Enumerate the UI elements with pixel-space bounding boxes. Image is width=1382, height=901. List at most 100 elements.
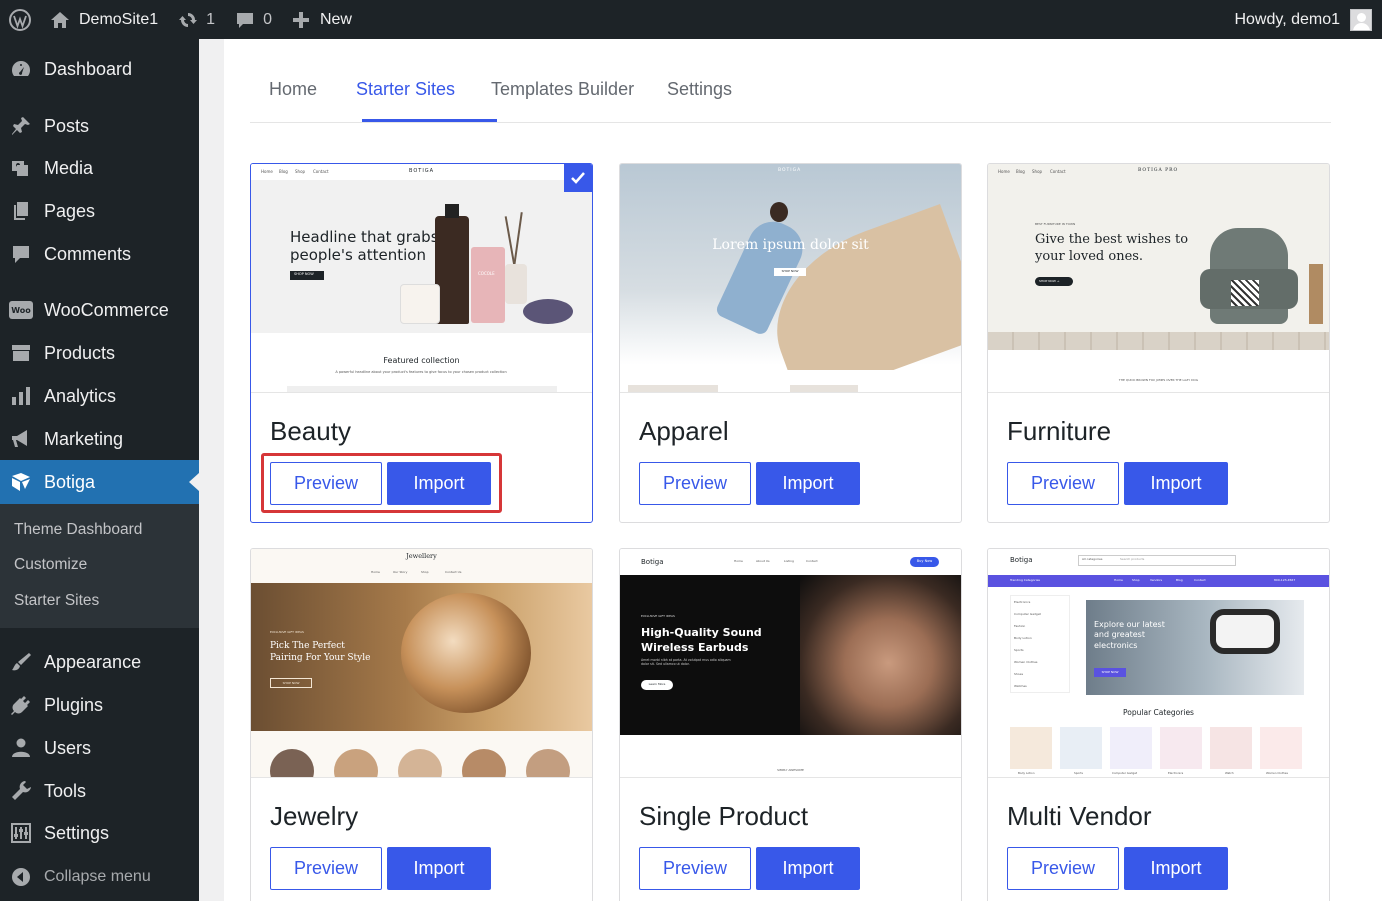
menu-marketing[interactable]: Marketing bbox=[0, 420, 199, 458]
updates-count: 1 bbox=[206, 10, 216, 28]
site-thumbnail: Jewellery Home Our Story Shop Contact Us… bbox=[251, 549, 592, 778]
thumb-category bbox=[462, 749, 506, 777]
import-button[interactable]: Import bbox=[1124, 462, 1228, 505]
thumb-cat-label: Body Lotion bbox=[1018, 771, 1035, 775]
thumb-nav: Contact bbox=[806, 559, 818, 563]
thumb-cta: SHOP NOW bbox=[1094, 668, 1126, 677]
starter-site-card-apparel[interactable]: BOTIGA Lorem ipsum dolor sit SHOP NOW Ap… bbox=[619, 163, 962, 523]
tab-starter-sites[interactable]: Starter Sites bbox=[356, 79, 455, 100]
thumb-portrait bbox=[800, 575, 961, 735]
thumb-category bbox=[526, 749, 570, 777]
comments-count: 0 bbox=[263, 10, 272, 28]
thumb-cat-tile bbox=[1260, 727, 1302, 769]
preview-button[interactable]: Preview bbox=[639, 462, 751, 505]
thumb-product bbox=[790, 385, 858, 392]
comments-link[interactable]: 0 bbox=[225, 0, 282, 39]
thumb-side-cat: Shoes bbox=[1014, 672, 1024, 676]
starter-site-card-single-product[interactable]: Botiga Home About Us Listing Contact Buy… bbox=[619, 548, 962, 901]
submenu-customize[interactable]: Customize bbox=[14, 556, 87, 574]
menu-botiga[interactable]: Botiga bbox=[0, 460, 199, 504]
user-icon bbox=[9, 736, 33, 760]
thumb-cat-label: Sports bbox=[1074, 771, 1083, 775]
thumb-category bbox=[334, 749, 378, 777]
menu-label: Comments bbox=[44, 243, 132, 264]
thumb-cta: SHOP NOW bbox=[270, 678, 312, 688]
tab-settings[interactable]: Settings bbox=[667, 79, 732, 100]
thumb-headline: Pick The Perfect Pairing For Your Style bbox=[270, 641, 371, 663]
menu-posts[interactable]: Posts bbox=[0, 107, 199, 145]
menu-comments[interactable]: Comments bbox=[0, 235, 199, 273]
thumb-floor bbox=[988, 332, 1329, 350]
starter-site-card-multi-vendor[interactable]: Botiga All categories Search products Tr… bbox=[987, 548, 1330, 901]
thumb-brand: BOTIGA bbox=[778, 168, 802, 173]
menu-analytics[interactable]: Analytics bbox=[0, 377, 199, 415]
menu-tools[interactable]: Tools bbox=[0, 772, 199, 810]
import-button[interactable]: Import bbox=[756, 847, 860, 890]
bar-chart-icon bbox=[9, 384, 33, 408]
thumb-brand: BOTIGA bbox=[409, 168, 435, 174]
import-button[interactable]: Import bbox=[387, 847, 491, 890]
thumb-nav: Home bbox=[998, 169, 1010, 174]
card-title: Beauty bbox=[270, 416, 351, 446]
thumb-product bbox=[628, 385, 718, 392]
starter-site-card-furniture[interactable]: Home Blog Shop Contact BOTIGA PRO BEST F… bbox=[987, 163, 1330, 523]
thumb-cat-tile bbox=[1010, 727, 1052, 769]
thumb-nav: Our Story bbox=[393, 570, 408, 574]
archive-icon bbox=[9, 341, 33, 365]
wordpress-logo-icon[interactable] bbox=[0, 0, 40, 39]
thumb-products-row bbox=[287, 386, 557, 392]
botiga-icon bbox=[9, 470, 33, 494]
preview-button[interactable]: Preview bbox=[1007, 462, 1119, 505]
preview-button[interactable]: Preview bbox=[639, 847, 751, 890]
menu-label: Analytics bbox=[44, 385, 117, 406]
updates-link[interactable]: 1 bbox=[168, 0, 225, 39]
submenu-theme-dashboard[interactable]: Theme Dashboard bbox=[14, 521, 142, 539]
thumb-lower bbox=[988, 350, 1329, 392]
menu-settings[interactable]: Settings bbox=[0, 814, 199, 852]
paintbrush-icon bbox=[9, 650, 33, 674]
menu-products[interactable]: Products bbox=[0, 334, 199, 372]
submenu-starter-sites[interactable]: Starter Sites bbox=[14, 592, 99, 610]
thumb-side-cat: Watches bbox=[1014, 684, 1027, 688]
collapse-menu-button[interactable]: Collapse menu bbox=[0, 858, 199, 896]
site-name-link[interactable]: DemoSite1 bbox=[40, 0, 168, 39]
tab-home[interactable]: Home bbox=[269, 79, 317, 100]
new-content-link[interactable]: New bbox=[282, 0, 362, 39]
thumb-side-categories bbox=[1010, 595, 1070, 693]
preview-button[interactable]: Preview bbox=[1007, 847, 1119, 890]
card-title: Jewelry bbox=[270, 801, 359, 831]
menu-label: Dashboard bbox=[44, 58, 133, 79]
thumb-kicker: EXCLUSIVE GIFT IDEAS bbox=[641, 614, 675, 618]
thumb-kicker: BEST FURNITURE IN TOWN bbox=[1035, 222, 1076, 226]
tab-templates-builder[interactable]: Templates Builder bbox=[491, 79, 634, 100]
thumb-kicker: EXCLUSIVE GIFT IDEAS bbox=[270, 630, 304, 634]
menu-plugins[interactable]: Plugins bbox=[0, 686, 199, 724]
menu-label: Settings bbox=[44, 822, 110, 843]
my-account-link[interactable]: Howdy, demo1 bbox=[1224, 0, 1382, 39]
thumb-nav: Listing bbox=[784, 559, 794, 563]
starter-site-card-jewelry[interactable]: Jewellery Home Our Story Shop Contact Us… bbox=[250, 548, 593, 901]
thumb-brand: BOTIGA PRO bbox=[1138, 168, 1179, 173]
preview-button[interactable]: Preview bbox=[270, 847, 382, 890]
menu-dashboard[interactable]: Dashboard bbox=[0, 50, 199, 88]
botiga-submenu: Theme Dashboard Customize Starter Sites bbox=[0, 504, 199, 628]
menu-woocommerce[interactable]: Woo WooCommerce bbox=[0, 291, 199, 329]
thumb-cat-label: Women Clothes bbox=[1266, 771, 1288, 775]
thumb-side-cat: Electronics bbox=[1014, 600, 1031, 604]
menu-appearance[interactable]: Appearance bbox=[0, 643, 199, 681]
admin-sidebar: Dashboard Posts Media Pages Comments Woo… bbox=[0, 39, 199, 901]
thumb-bar-nav: Home bbox=[1114, 578, 1123, 582]
import-button[interactable]: Import bbox=[756, 462, 860, 505]
thumb-footer-text: THE QUICK BROWN FOX JUMPS OVER THE LAZY … bbox=[1118, 378, 1199, 382]
menu-media[interactable]: Media bbox=[0, 149, 199, 187]
thumb-nav: Blog bbox=[279, 169, 288, 174]
thumb-nav: Contact bbox=[1050, 169, 1066, 174]
menu-pages[interactable]: Pages bbox=[0, 192, 199, 230]
menu-users[interactable]: Users bbox=[0, 729, 199, 767]
thumb-nav: Home bbox=[371, 570, 380, 574]
thumb-nav: Contact bbox=[313, 169, 329, 174]
bottle-pump bbox=[445, 204, 459, 218]
import-button[interactable]: Import bbox=[1124, 847, 1228, 890]
thumb-brand: Jewellery bbox=[406, 552, 437, 560]
comment-icon bbox=[237, 12, 254, 28]
